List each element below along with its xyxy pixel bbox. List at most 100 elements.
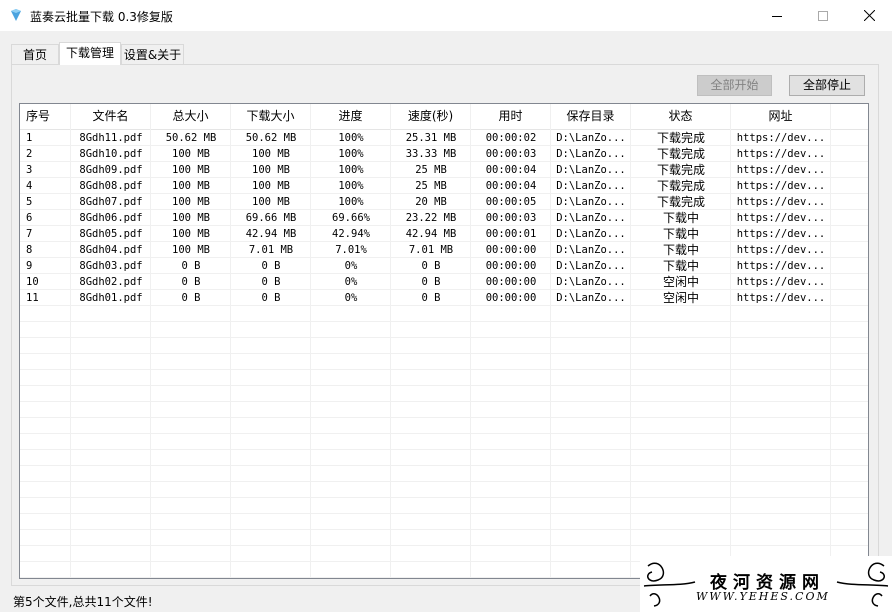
header-col-save-dir[interactable]: 保存目录	[551, 104, 631, 129]
table-row[interactable]: 8 8Gdh04.pdf 100 MB 7.01 MB 7.01% 7.01 MB 00:0…	[20, 242, 868, 258]
table-row[interactable]: 4 8Gdh08.pdf 100 MB 100 MB 100% 25 MB 00:00:04…	[20, 178, 868, 194]
cell-elapsed: 00:00:00	[485, 244, 537, 256]
cell-status: 空闲中	[662, 291, 699, 305]
cell-speed: 0 B	[421, 260, 441, 272]
table-header: 序号 文件名 总大小 下载大小 进度 速度(秒) 用时 保存目录 状态 网址	[20, 104, 868, 130]
table-row[interactable]: 9 8Gdh03.pdf 0 B 0 B 0% 0 B 00:00:00 D:\LanZo..…	[20, 258, 868, 274]
cell-status: 空闲中	[662, 275, 699, 289]
cell-elapsed: 00:00:00	[485, 260, 537, 272]
stop-all-button[interactable]: 全部停止	[789, 75, 865, 96]
tab-download-manager[interactable]: 下载管理	[59, 42, 121, 65]
close-button[interactable]	[846, 0, 892, 31]
ornament-right-icon	[836, 562, 889, 607]
grid-line	[20, 545, 868, 546]
cell-total-size: 100 MB	[172, 164, 210, 176]
cell-downloaded: 100 MB	[252, 164, 290, 176]
app-logo-icon	[11, 9, 21, 21]
header-col-downloaded[interactable]: 下载大小	[231, 104, 311, 129]
header-col-status[interactable]: 状态	[631, 104, 731, 129]
start-all-button[interactable]: 全部开始	[697, 75, 772, 96]
grid-line	[20, 353, 868, 354]
header-col-speed[interactable]: 速度(秒)	[391, 104, 471, 129]
header-col-index[interactable]: 序号	[20, 104, 71, 129]
cell-speed: 25 MB	[415, 164, 447, 176]
cell-filename: 8Gdh03.pdf	[79, 260, 143, 272]
cell-filename: 8Gdh08.pdf	[79, 180, 143, 192]
cell-elapsed: 00:00:03	[485, 148, 537, 160]
cell-downloaded: 50.62 MB	[245, 132, 297, 144]
cell-total-size: 100 MB	[172, 244, 210, 256]
cell-index: 10	[26, 276, 39, 288]
cell-speed: 23.22 MB	[405, 212, 457, 224]
header-col-progress[interactable]: 进度	[311, 104, 391, 129]
cell-save-dir: D:\LanZo...	[556, 132, 626, 144]
tab-settings-about-label: 设置&关于	[123, 48, 182, 62]
table-row[interactable]: 1 8Gdh11.pdf 50.62 MB 50.62 MB 100% 25.31 MB 0…	[20, 130, 868, 146]
cell-total-size: 100 MB	[172, 228, 210, 240]
tab-home[interactable]: 首页	[11, 44, 59, 64]
header-col-filename[interactable]: 文件名	[71, 104, 151, 129]
cell-status: 下载中	[662, 243, 699, 257]
cell-elapsed: 00:00:00	[485, 292, 537, 304]
cell-filename: 8Gdh01.pdf	[79, 292, 143, 304]
cell-save-dir: D:\LanZo...	[556, 228, 626, 240]
cell-speed: 0 B	[421, 292, 441, 304]
cell-progress: 7.01%	[335, 244, 367, 256]
cell-index: 3	[26, 164, 33, 176]
cell-speed: 20 MB	[415, 196, 447, 208]
table-row[interactable]: 11 8Gdh01.pdf 0 B 0 B 0% 0 B 00:00:00 D:\LanZo.…	[20, 290, 868, 306]
cell-url: https://dev...	[736, 260, 826, 272]
cell-status: 下载完成	[656, 163, 705, 177]
cell-progress: 100%	[338, 132, 364, 144]
cell-index: 4	[26, 180, 33, 192]
cell-url: https://dev...	[736, 132, 826, 144]
cell-index: 2	[26, 148, 33, 160]
maximize-button[interactable]	[800, 0, 846, 31]
grid-line	[20, 449, 868, 450]
cell-save-dir: D:\LanZo...	[556, 292, 626, 304]
cell-speed: 33.33 MB	[405, 148, 457, 160]
grid-line	[20, 433, 868, 434]
table-row[interactable]: 5 8Gdh07.pdf 100 MB 100 MB 100% 20 MB 00:00:05…	[20, 194, 868, 210]
cell-downloaded: 69.66 MB	[245, 212, 297, 224]
cell-filename: 8Gdh02.pdf	[79, 276, 143, 288]
header-col-total-size[interactable]: 总大小	[151, 104, 231, 129]
table-row[interactable]: 3 8Gdh09.pdf 100 MB 100 MB 100% 25 MB 00:00:04…	[20, 162, 868, 178]
cell-url: https://dev...	[736, 196, 826, 208]
minimize-button[interactable]	[754, 0, 800, 31]
cell-filename: 8Gdh07.pdf	[79, 196, 143, 208]
cell-downloaded: 0 B	[261, 292, 281, 304]
tab-download-manager-label: 下载管理	[65, 46, 114, 60]
cell-elapsed: 00:00:03	[485, 212, 537, 224]
cell-save-dir: D:\LanZo...	[556, 260, 626, 272]
grid-line	[20, 369, 868, 370]
cell-elapsed: 00:00:02	[485, 132, 537, 144]
cell-total-size: 100 MB	[172, 148, 210, 160]
download-table[interactable]: 序号 文件名 总大小 下载大小 进度 速度(秒) 用时 保存目录 状态 网址 1 8Gdh11.pd…	[19, 103, 869, 579]
header-col-elapsed[interactable]: 用时	[471, 104, 551, 129]
table-row[interactable]: 7 8Gdh05.pdf 100 MB 42.94 MB 42.94% 42.94 MB 0…	[20, 226, 868, 242]
cell-downloaded: 100 MB	[252, 196, 290, 208]
cell-speed: 0 B	[421, 276, 441, 288]
header-col-url[interactable]: 网址	[731, 104, 831, 129]
cell-filename: 8Gdh11.pdf	[79, 132, 143, 144]
table-row[interactable]: 10 8Gdh02.pdf 0 B 0 B 0% 0 B 00:00:00 D:\LanZo.…	[20, 274, 868, 290]
cell-url: https://dev...	[736, 244, 826, 256]
tab-settings-about[interactable]: 设置&关于	[121, 44, 184, 64]
cell-index: 5	[26, 196, 33, 208]
cell-progress: 42.94%	[332, 228, 370, 240]
cell-status: 下载中	[662, 211, 699, 225]
cell-filename: 8Gdh04.pdf	[79, 244, 143, 256]
cell-total-size: 50.62 MB	[165, 132, 217, 144]
window-title: 蓝奏云批量下载 0.3修复版	[30, 10, 173, 24]
cell-progress: 100%	[338, 180, 364, 192]
cell-downloaded: 0 B	[261, 276, 281, 288]
title-bar: 蓝奏云批量下载 0.3修复版	[0, 0, 892, 31]
table-row[interactable]: 6 8Gdh06.pdf 100 MB 69.66 MB 69.66% 23.22 MB 0…	[20, 210, 868, 226]
table-row[interactable]: 2 8Gdh10.pdf 100 MB 100 MB 100% 33.33 MB 00:00…	[20, 146, 868, 162]
start-all-label: 全部开始	[710, 78, 759, 92]
cell-url: https://dev...	[736, 164, 826, 176]
cell-progress: 100%	[338, 148, 364, 160]
cell-progress: 100%	[338, 164, 364, 176]
cell-downloaded: 100 MB	[252, 180, 290, 192]
